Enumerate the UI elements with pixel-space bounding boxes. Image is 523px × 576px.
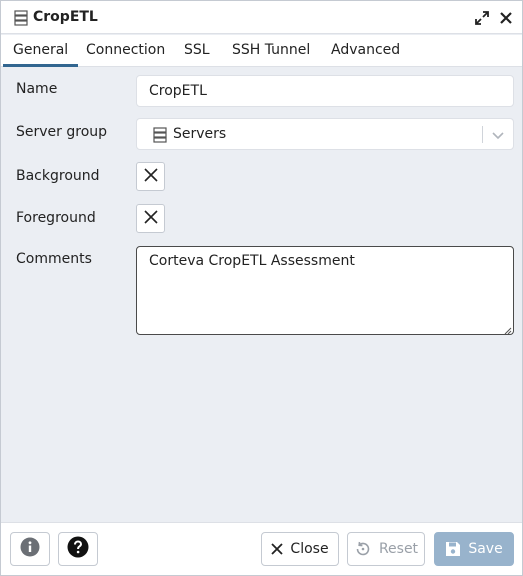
name-label: Name [16,81,58,97]
save-label: Save [468,541,503,557]
name-field[interactable]: CropETL [136,75,514,107]
dialog-title: CropETL [33,9,98,25]
x-icon [143,167,158,186]
close-icon[interactable] [496,8,516,28]
close-label: Close [290,541,329,557]
foreground-color-picker[interactable] [136,204,165,233]
comments-textarea[interactable]: Corteva CropETL Assessment [136,246,514,335]
info-icon [20,537,40,561]
close-x-icon [271,543,284,555]
background-label: Background [16,168,100,184]
foreground-label: Foreground [16,210,96,226]
dialog-titlebar[interactable]: CropETL [1,1,522,34]
tab-connection[interactable]: Connection [76,35,175,67]
comments-value: Corteva CropETL Assessment [149,253,355,269]
chevron-down-icon[interactable] [491,128,505,142]
server-dialog: CropETL General Connection SSL SSH Tunne… [0,0,523,576]
server-group-value: Servers [173,126,227,142]
save-icon [445,541,461,557]
resize-grip-icon[interactable] [502,323,512,335]
reset-button[interactable]: Reset [347,532,425,566]
tab-bar: General Connection SSL SSH Tunnel Advanc… [1,35,522,67]
save-button[interactable]: Save [434,532,514,566]
server-group-icon [153,127,167,143]
select-separator [482,126,483,143]
general-form: Name CropETL Server group Servers Backgr… [1,68,522,521]
tab-advanced[interactable]: Advanced [321,35,410,67]
tab-general[interactable]: General [3,35,79,67]
x-icon [143,209,158,228]
maximize-icon[interactable] [472,8,492,28]
reset-label: Reset [378,541,419,557]
tab-ssh-tunnel[interactable]: SSH Tunnel [222,35,320,67]
help-button[interactable] [58,532,98,566]
background-color-picker[interactable] [136,162,165,191]
dialog-footer: Close Reset Save [1,522,522,575]
reset-icon [354,540,372,558]
comments-label: Comments [16,251,92,267]
server-group-select[interactable]: Servers [136,118,514,150]
info-button[interactable] [10,532,50,566]
tab-ssl[interactable]: SSL [174,35,220,67]
close-button[interactable]: Close [261,532,339,566]
server-icon [14,10,28,26]
server-group-label: Server group [16,124,108,140]
name-value: CropETL [149,83,207,99]
help-icon [67,536,89,562]
